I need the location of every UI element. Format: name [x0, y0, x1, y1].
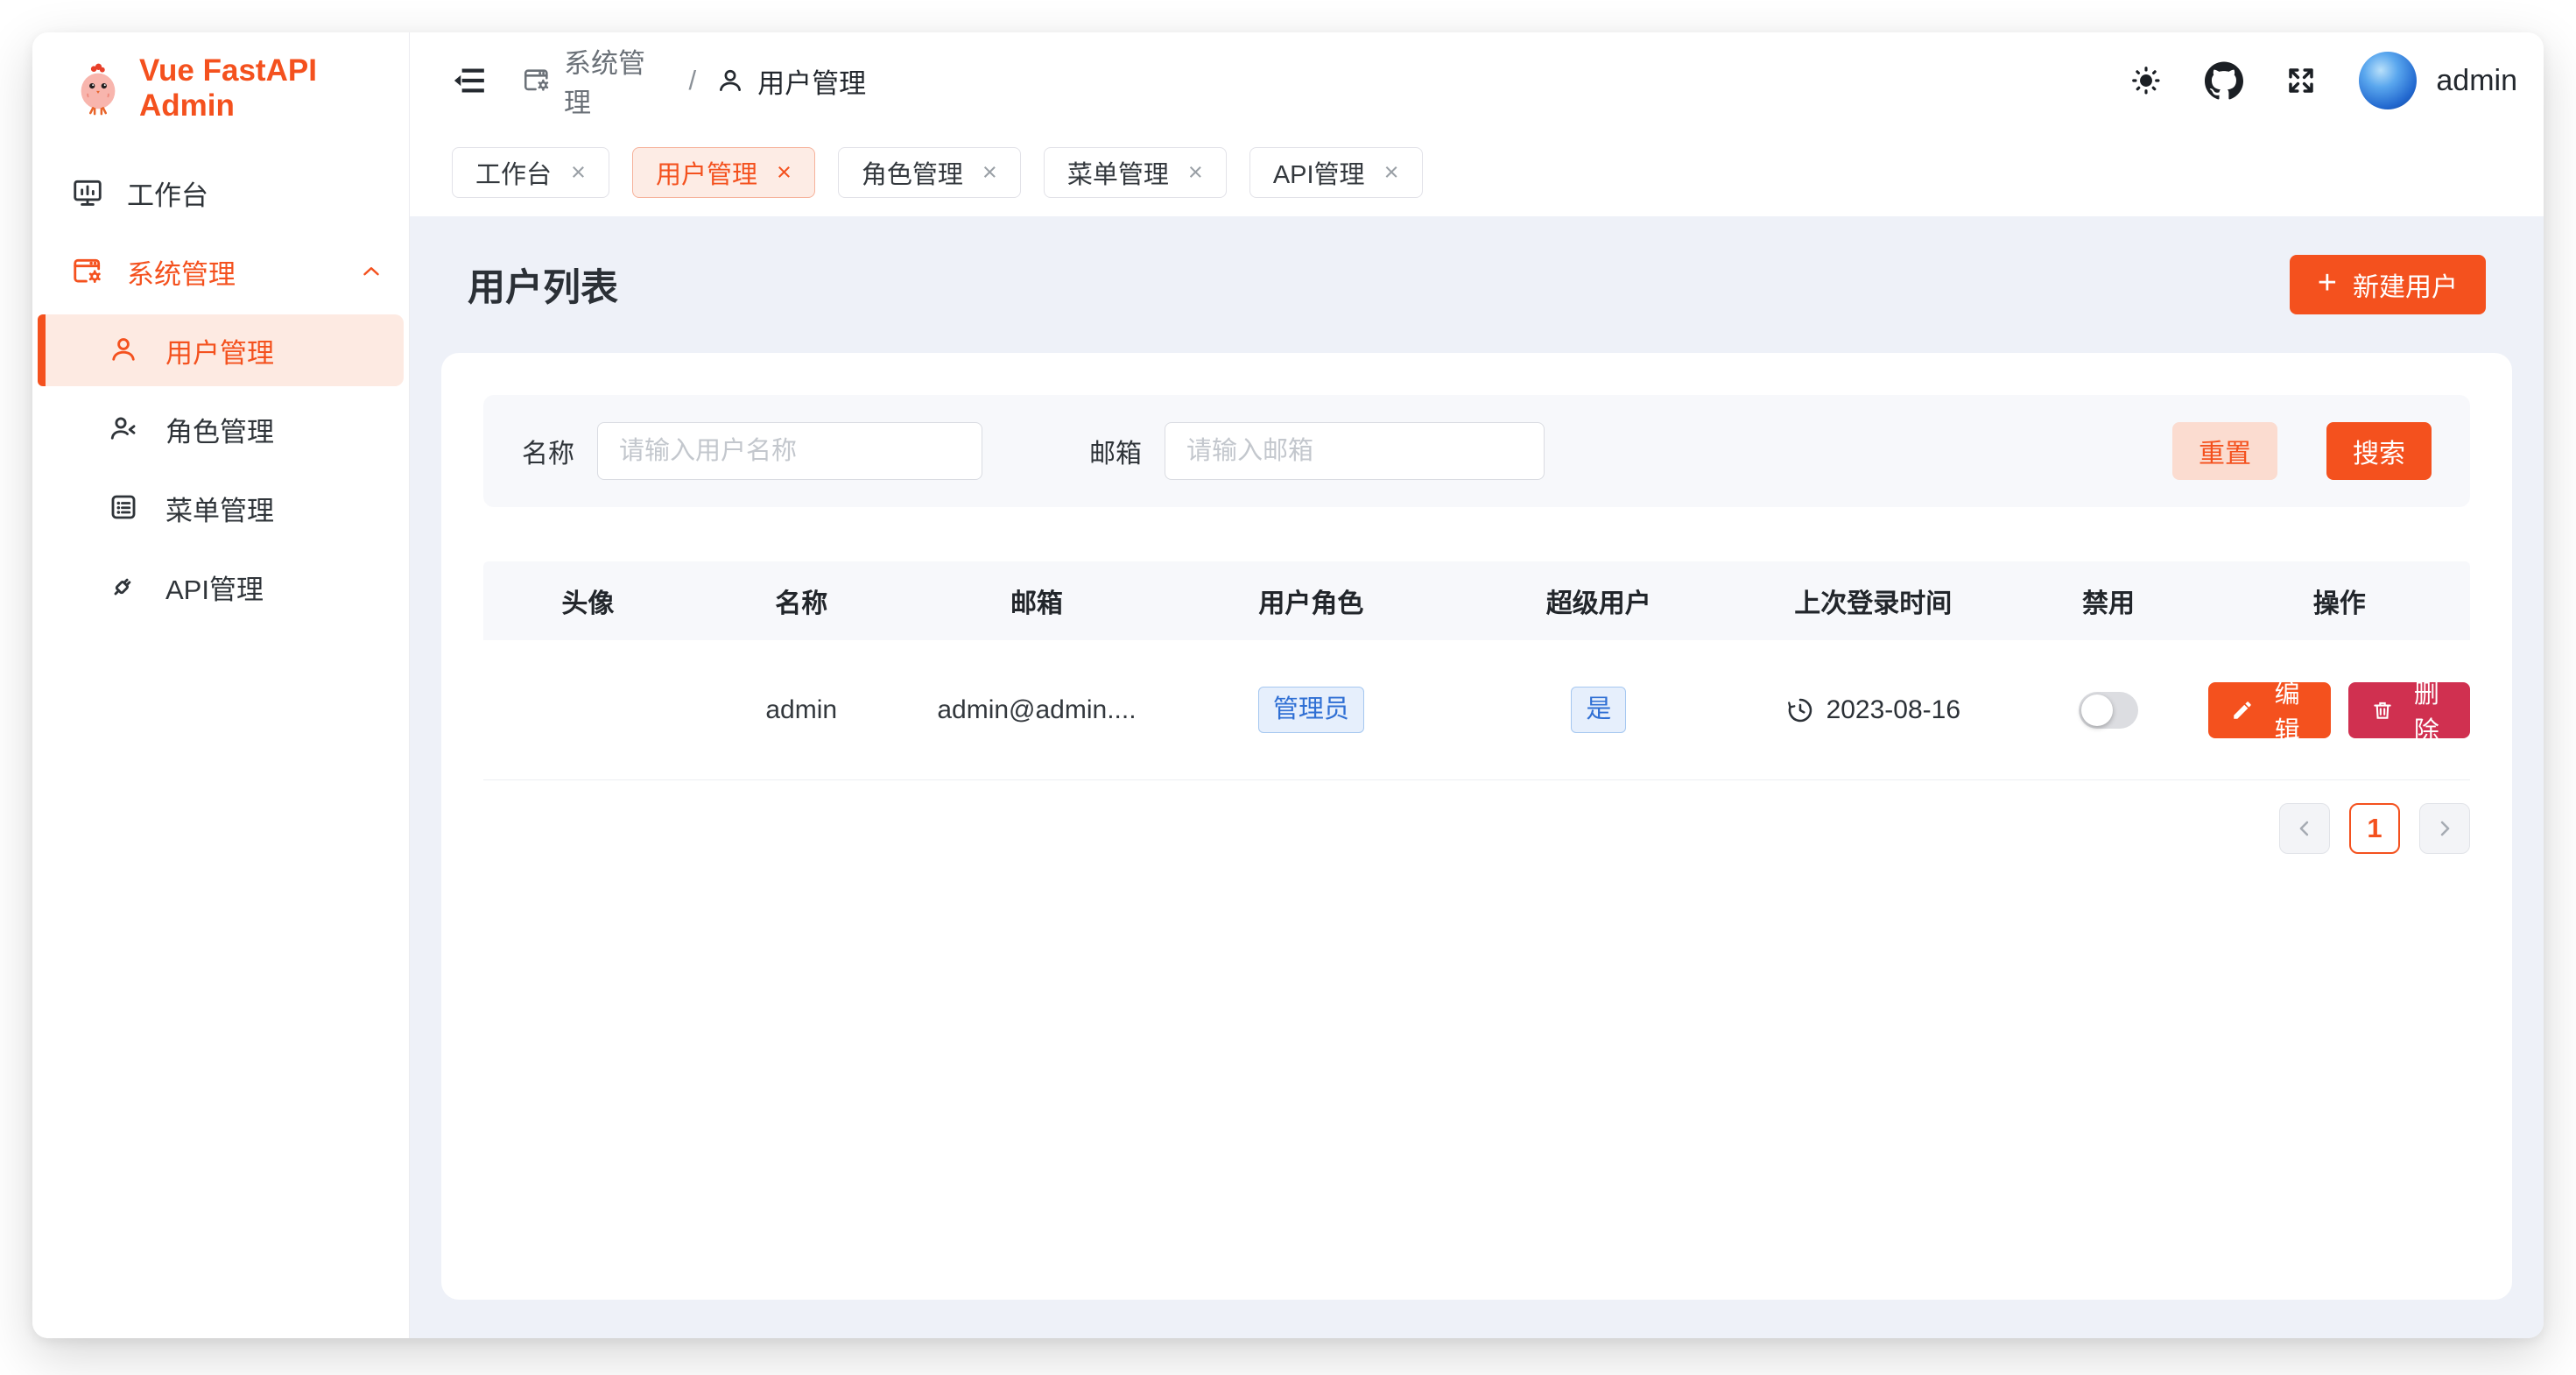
sidebar: Vue FastAPI Admin 工作台 [32, 32, 410, 1338]
user-menu[interactable]: admin [2359, 52, 2517, 109]
fullscreen-icon[interactable] [2285, 65, 2317, 96]
plus-icon: + [2318, 266, 2337, 300]
sidebar-item-label: 工作台 [127, 173, 208, 213]
system-settings-icon [71, 255, 104, 288]
col-email: 邮箱 [911, 582, 1164, 620]
new-user-button[interactable]: + 新建用户 [2290, 255, 2486, 314]
col-disabled: 禁用 [2009, 582, 2209, 620]
tab-bar: 工作台 × 用户管理 × 角色管理 × 菜单管理 × API管理 × [410, 129, 2544, 216]
chevron-up-icon [358, 258, 384, 285]
app-logo[interactable]: Vue FastAPI Admin [32, 32, 409, 145]
cell-actions: 编辑 删除 [2208, 682, 2470, 738]
disabled-toggle[interactable] [2079, 692, 2138, 729]
header-actions: admin [2129, 52, 2517, 109]
sidebar-item-label: 用户管理 [165, 331, 274, 370]
table-row: admin admin@admin.... 管理员 是 [483, 640, 2470, 780]
app-title: Vue FastAPI Admin [139, 53, 409, 123]
role-icon [108, 412, 141, 446]
sidebar-item-workbench[interactable]: 工作台 [38, 157, 404, 229]
page-next-button[interactable] [2419, 803, 2470, 854]
page-prev-button[interactable] [2279, 803, 2330, 854]
email-filter-label: 邮箱 [1089, 432, 1142, 470]
col-avatar: 头像 [483, 582, 693, 620]
page-number-1[interactable]: 1 [2349, 803, 2400, 854]
col-name: 名称 [693, 582, 911, 620]
system-settings-icon [522, 66, 552, 95]
cell-last-login: 2023-08-16 [1738, 695, 2009, 725]
table-header-row: 头像 名称 邮箱 用户角色 超级用户 上次登录时间 禁用 操作 [483, 561, 2470, 640]
cell-disabled [2009, 692, 2209, 729]
breadcrumb: 系统管理 / 用户管理 [522, 41, 869, 120]
content-area: 用户列表 + 新建用户 名称 邮箱 重置 搜索 [410, 216, 2544, 1338]
sidebar-item-role-management[interactable]: 角色管理 [38, 393, 404, 465]
chick-icon [71, 61, 125, 116]
cell-name: admin [693, 695, 911, 725]
filter-bar: 名称 邮箱 重置 搜索 [483, 395, 2470, 507]
cell-role: 管理员 [1163, 687, 1459, 734]
sidebar-item-label: API管理 [165, 568, 264, 607]
sidebar-menu: 工作台 系统管理 [32, 145, 409, 635]
tab-user-management[interactable]: 用户管理 × [632, 147, 815, 198]
pencil-icon [2231, 699, 2254, 722]
clock-history-icon [1786, 696, 1814, 724]
tab-workbench[interactable]: 工作台 × [452, 147, 609, 198]
close-icon[interactable]: × [982, 159, 997, 187]
edit-button[interactable]: 编辑 [2208, 682, 2330, 738]
delete-button[interactable]: 删除 [2348, 682, 2470, 738]
sidebar-item-label: 菜单管理 [165, 489, 274, 528]
sidebar-item-api-management[interactable]: API管理 [38, 551, 404, 623]
cell-superuser: 是 [1460, 687, 1738, 734]
sidebar-item-system[interactable]: 系统管理 [38, 236, 404, 307]
col-last-login: 上次登录时间 [1738, 582, 2009, 620]
col-superuser: 超级用户 [1460, 582, 1738, 620]
cell-email: admin@admin.... [911, 695, 1164, 725]
tab-api-management[interactable]: API管理 × [1249, 147, 1423, 198]
menu-list-icon [108, 491, 141, 525]
user-table: 头像 名称 邮箱 用户角色 超级用户 上次登录时间 禁用 操作 admin ad… [483, 561, 2470, 780]
user-icon [108, 334, 141, 367]
sidebar-collapse-icon[interactable] [450, 62, 487, 99]
reset-button[interactable]: 重置 [2172, 422, 2277, 480]
page-header: 用户列表 + 新建用户 [441, 216, 2512, 353]
github-icon[interactable] [2205, 61, 2243, 100]
trash-icon [2371, 699, 2394, 722]
tab-role-management[interactable]: 角色管理 × [838, 147, 1021, 198]
theme-sun-icon[interactable] [2129, 64, 2163, 97]
breadcrumb-item-system[interactable]: 系统管理 [522, 41, 669, 120]
col-actions: 操作 [2208, 582, 2470, 620]
workbench-icon [71, 176, 104, 209]
breadcrumb-separator: / [688, 65, 696, 96]
tab-menu-management[interactable]: 菜单管理 × [1044, 147, 1227, 198]
role-tag: 管理员 [1258, 687, 1364, 734]
name-filter-input[interactable] [597, 422, 982, 480]
api-plug-icon [108, 570, 141, 603]
avatar [2359, 52, 2417, 109]
top-bar: 系统管理 / 用户管理 [410, 32, 2544, 129]
close-icon[interactable]: × [1384, 159, 1399, 187]
main-area: 系统管理 / 用户管理 [410, 32, 2544, 1338]
sidebar-item-menu-management[interactable]: 菜单管理 [38, 472, 404, 544]
breadcrumb-item-user[interactable]: 用户管理 [715, 61, 869, 101]
close-icon[interactable]: × [777, 159, 792, 187]
page-title: 用户列表 [468, 257, 618, 312]
close-icon[interactable]: × [1188, 159, 1203, 187]
pagination: 1 [483, 803, 2470, 854]
search-button[interactable]: 搜索 [2326, 422, 2432, 480]
app-window: Vue FastAPI Admin 工作台 [32, 32, 2544, 1338]
user-list-card: 名称 邮箱 重置 搜索 头像 名称 邮箱 用户角色 超级用户 上次登录时间 [441, 353, 2512, 1300]
sidebar-item-label: 角色管理 [165, 410, 274, 449]
close-icon[interactable]: × [571, 159, 586, 187]
col-role: 用户角色 [1163, 582, 1459, 620]
sidebar-item-user-management[interactable]: 用户管理 [38, 314, 404, 386]
user-icon [715, 66, 745, 95]
sidebar-item-label: 系统管理 [127, 252, 236, 292]
email-filter-input[interactable] [1165, 422, 1545, 480]
username: admin [2436, 64, 2517, 98]
superuser-tag: 是 [1571, 687, 1626, 734]
name-filter-label: 名称 [522, 432, 574, 470]
